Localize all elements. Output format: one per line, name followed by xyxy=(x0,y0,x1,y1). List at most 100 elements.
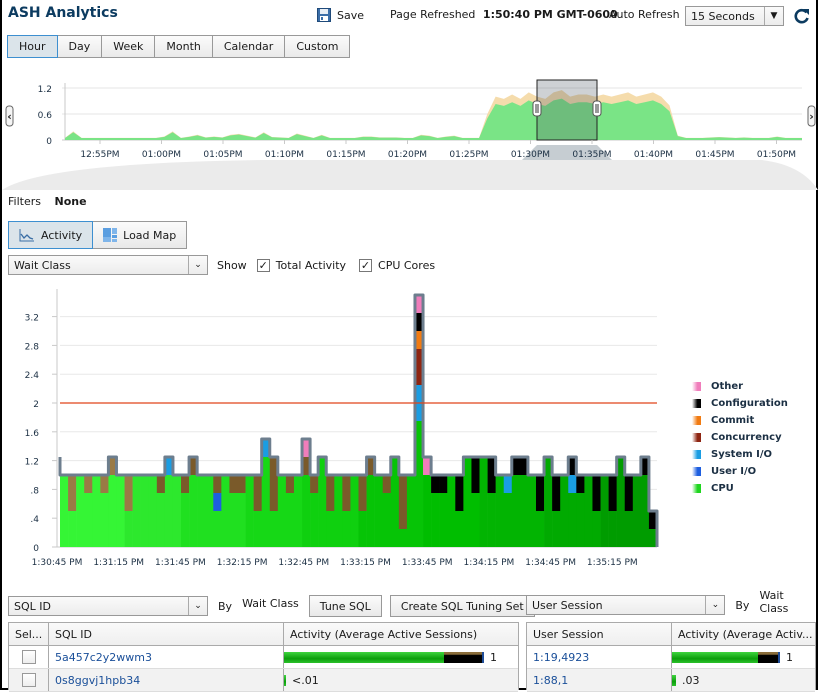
bar-segment-cpu[interactable] xyxy=(269,511,279,547)
bar-segment-cpu[interactable] xyxy=(560,475,569,547)
bar-segment-app[interactable] xyxy=(181,475,190,493)
bar-segment-cpu[interactable] xyxy=(76,475,85,547)
bar-segment-cpu[interactable] xyxy=(221,475,230,547)
legend-item-system-i-o[interactable]: System I/O xyxy=(692,446,788,463)
bar-segment-config[interactable] xyxy=(455,475,464,511)
bar-segment-cpu[interactable] xyxy=(624,511,634,547)
bar-segment-cpu[interactable] xyxy=(108,475,117,547)
table-row[interactable]: 1:19,4923 1 xyxy=(527,646,815,669)
legend-item-concurrency[interactable]: Concurrency xyxy=(692,429,788,446)
bar-segment-cpu[interactable] xyxy=(358,511,367,547)
tab-day[interactable]: Day xyxy=(57,35,103,58)
cpu-cores-checkbox[interactable]: ✓ CPU Cores xyxy=(359,258,435,272)
activity-bar[interactable] xyxy=(672,674,676,686)
bar-segment-app[interactable] xyxy=(124,475,133,511)
bar-segment-cpu[interactable] xyxy=(334,475,343,547)
table-row[interactable]: 0s8ggvj1hpb34 <.01 xyxy=(9,669,518,692)
bar-segment-cpu[interactable] xyxy=(245,475,254,547)
bar-segment-cpu[interactable] xyxy=(366,475,375,547)
bar-segment-app[interactable] xyxy=(213,475,222,493)
bar-segment-cpu[interactable] xyxy=(237,493,246,547)
bar-segment-cpu[interactable] xyxy=(519,475,529,547)
selection-left-handle[interactable] xyxy=(532,100,542,117)
tab-week[interactable]: Week xyxy=(102,35,156,58)
bar-segment-cpu[interactable] xyxy=(584,475,593,547)
selection-right-handle[interactable] xyxy=(592,100,602,117)
bar-segment-app[interactable] xyxy=(68,475,77,511)
bar-segment-app[interactable] xyxy=(382,475,392,493)
bar-segment-cpu[interactable] xyxy=(568,493,577,547)
bar-segment-cpu[interactable] xyxy=(600,475,609,547)
bar-segment-cpu[interactable] xyxy=(503,493,513,547)
bar-segment-cpu[interactable] xyxy=(552,511,561,547)
bar-segment-cpu[interactable] xyxy=(132,475,141,547)
activity-bar[interactable] xyxy=(284,674,286,686)
legend-item-commit[interactable]: Commit xyxy=(692,412,788,429)
tab-month[interactable]: Month xyxy=(155,35,213,58)
legend-item-cpu[interactable]: CPU xyxy=(692,480,788,497)
activity-bar[interactable] xyxy=(672,651,780,663)
bar-segment-cpu[interactable] xyxy=(60,475,69,547)
bar-segment-app[interactable] xyxy=(156,475,166,493)
bar-segment-cpu[interactable] xyxy=(527,475,537,547)
bar-segment-app[interactable] xyxy=(84,475,93,493)
bar-segment-cpu[interactable] xyxy=(124,511,133,547)
table-row[interactable]: 5a457c2y2wwm3 1 xyxy=(9,646,518,669)
tab-custom[interactable]: Custom xyxy=(285,35,351,58)
bar-segment-cpu[interactable] xyxy=(632,475,642,547)
bar-segment-cpu[interactable] xyxy=(92,475,101,547)
bar-segment-cpu[interactable] xyxy=(310,493,319,547)
bar-segment-cpu[interactable] xyxy=(592,511,601,547)
create-sql-tuning-set-button[interactable]: Create SQL Tuning Set xyxy=(389,595,535,617)
bar-segment-config[interactable] xyxy=(431,475,440,493)
bar-segment-cpu[interactable] xyxy=(326,511,335,547)
bar-segment-cpu[interactable] xyxy=(213,511,222,547)
bar-segment-config[interactable] xyxy=(535,475,545,511)
activity-bar[interactable] xyxy=(284,651,484,663)
bar-segment-config[interactable] xyxy=(592,475,601,511)
bar-segment-app[interactable] xyxy=(253,475,262,511)
legend-item-other[interactable]: Other xyxy=(692,378,788,395)
bar-segment-sysio[interactable] xyxy=(503,475,513,493)
dimension-select[interactable]: Wait Class ⌄ xyxy=(8,255,208,275)
activity-button[interactable]: Activity xyxy=(8,221,94,249)
bar-segment-cpu[interactable] xyxy=(68,511,77,547)
bar-segment-cpu[interactable] xyxy=(406,475,416,547)
total-activity-checkbox[interactable]: ✓ Total Activity xyxy=(256,258,346,272)
bar-segment-cpu[interactable] xyxy=(535,511,545,547)
bar-segment-cpu[interactable] xyxy=(229,493,238,547)
bar-segment-cpu[interactable] xyxy=(302,475,311,547)
scroll-right-button[interactable]: › xyxy=(807,105,816,127)
legend-item-configuration[interactable]: Configuration xyxy=(692,395,788,412)
bar-segment-cpu[interactable] xyxy=(398,529,408,547)
bar-segment-cpu[interactable] xyxy=(342,511,351,547)
bar-segment-cpu[interactable] xyxy=(471,493,480,547)
bar-segment-cpu[interactable] xyxy=(197,475,206,547)
bar-segment-config[interactable] xyxy=(471,457,480,493)
column-header-activity[interactable]: Activity (Average Active Sessions) xyxy=(284,623,518,645)
tab-calendar[interactable]: Calendar xyxy=(212,35,286,58)
session-link[interactable]: 1:88,1 xyxy=(533,674,568,687)
overview-chart[interactable]: 1.2 0.6 0 12:55PM 01:00PM 01:05PM 01:10PM 01:15… xyxy=(2,75,818,190)
bar-segment-cpu[interactable] xyxy=(511,475,521,547)
by-value[interactable]: Wait Class xyxy=(759,589,816,615)
bar-segment-app[interactable] xyxy=(229,475,238,493)
bar-segment-cpu[interactable] xyxy=(253,511,262,547)
bar-segment-cpu[interactable] xyxy=(277,475,287,547)
bar-segment-cpu[interactable] xyxy=(181,493,190,547)
by-value[interactable]: Wait Class xyxy=(242,597,299,610)
bar-segment-cpu[interactable] xyxy=(608,511,617,547)
bar-segment-app[interactable] xyxy=(398,475,408,529)
bar-segment-cpu[interactable] xyxy=(447,475,456,547)
scroll-left-button[interactable]: ‹ xyxy=(5,105,14,127)
bar-segment-app[interactable] xyxy=(358,475,367,511)
bar-segment-userio[interactable] xyxy=(213,493,222,511)
sql-id-link[interactable]: 5a457c2y2wwm3 xyxy=(55,651,152,664)
bar-segment-config[interactable] xyxy=(608,475,617,511)
bar-segment-cpu[interactable] xyxy=(164,475,174,547)
load-map-button[interactable]: Load Map xyxy=(93,221,188,249)
overview-selection-window[interactable] xyxy=(536,79,598,141)
bar-segment-cpu[interactable] xyxy=(148,475,158,547)
bar-segment-config[interactable] xyxy=(439,475,448,493)
bar-segment-cpu[interactable] xyxy=(189,475,198,547)
